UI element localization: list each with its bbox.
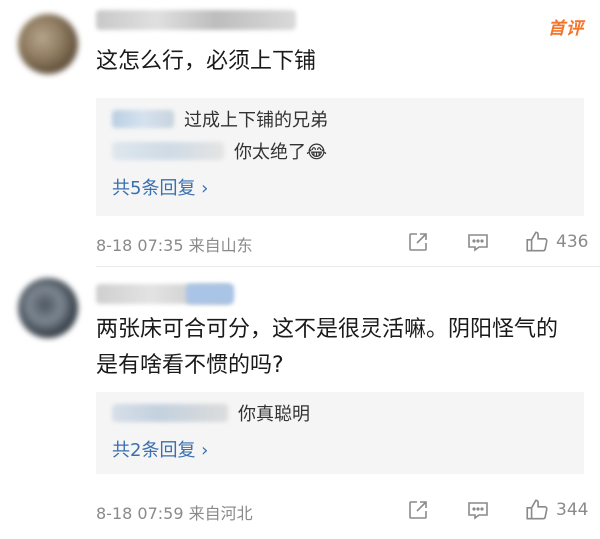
thumbs-up-icon: [526, 499, 548, 520]
share-icon: [409, 501, 427, 519]
comment-icon: [468, 234, 488, 252]
avatar[interactable]: [18, 14, 78, 74]
thumbs-up-icon: [526, 231, 548, 252]
reply-item[interactable]: 过成上下铺的兄弟: [112, 106, 328, 132]
comment-button[interactable]: [466, 498, 490, 522]
comment-button[interactable]: [466, 230, 490, 254]
reply-username-redacted: [112, 404, 228, 422]
reply-item[interactable]: 你真聪明: [112, 400, 310, 426]
like-button[interactable]: 436: [524, 230, 588, 254]
share-icon: [409, 233, 427, 251]
like-button[interactable]: 344: [524, 498, 588, 522]
replies-box[interactable]: 过成上下铺的兄弟 你太绝了😂 共5条回复 ›: [96, 98, 584, 216]
replies-box[interactable]: 你真聪明 共2条回复 ›: [96, 392, 584, 474]
comment-item: 两张床可合可分，这不是很灵活嘛。阴阳怪气的是有啥看不惯的吗? 你真聪明 共2条回…: [0, 272, 600, 539]
reply-text: 你太绝了😂: [234, 142, 328, 163]
reply-username-redacted: [112, 110, 174, 128]
reply-text: 你真聪明: [238, 404, 310, 425]
reply-username-redacted: [112, 142, 224, 160]
avatar[interactable]: [18, 278, 78, 338]
username-redacted[interactable]: [96, 10, 296, 30]
more-replies-link[interactable]: 共2条回复 ›: [112, 436, 208, 462]
comment-meta: 8-18 07:59 来自河北: [96, 504, 253, 523]
divider: [96, 266, 600, 267]
reply-text: 过成上下铺的兄弟: [184, 110, 328, 131]
comment-text: 这怎么行，必须上下铺: [96, 49, 317, 74]
more-replies-link[interactable]: 共5条回复 ›: [112, 174, 208, 200]
user-badge-redacted: [186, 284, 234, 304]
like-count: 344: [556, 500, 589, 520]
comment-meta: 8-18 07:35 来自山东: [96, 236, 253, 255]
share-button[interactable]: [406, 230, 430, 254]
like-count: 436: [556, 232, 589, 252]
reply-item[interactable]: 你太绝了😂: [112, 138, 327, 164]
comment-item: 首评 这怎么行，必须上下铺 过成上下铺的兄弟 你太绝了😂 共5条回复 › 8-1…: [0, 0, 600, 262]
share-button[interactable]: [406, 498, 430, 522]
first-comment-badge: 首评: [548, 19, 584, 39]
comment-icon: [468, 502, 488, 520]
comment-text: 两张床可合可分，这不是很灵活嘛。阴阳怪气的是有啥看不惯的吗?: [96, 317, 559, 378]
